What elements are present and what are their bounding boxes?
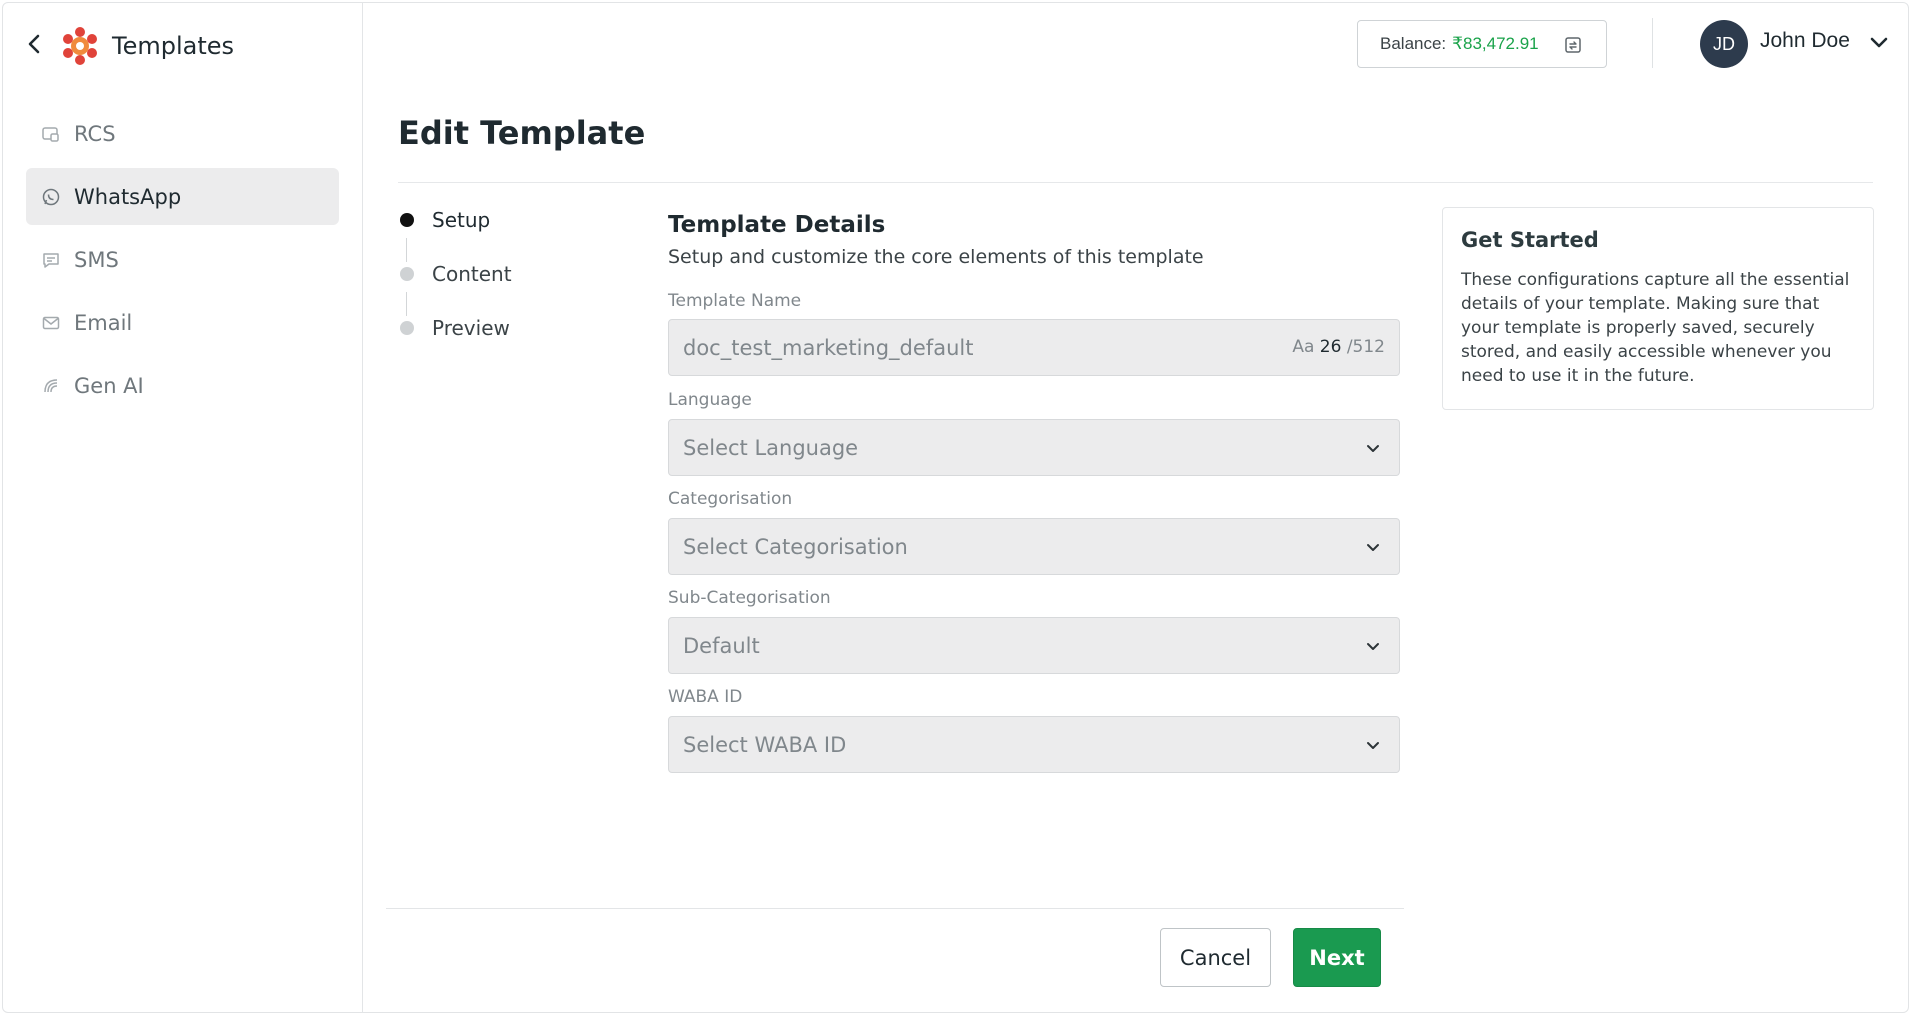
counter-count: 26 [1319,337,1342,357]
title-divider [398,182,1873,183]
sidebar-item-gen-ai[interactable]: Gen AI [26,357,339,414]
language-label: Language [668,390,752,410]
step-connector [406,292,407,316]
template-name-value: doc_test_marketing_default [683,335,974,360]
categorisation-select[interactable]: Select Categorisation [668,518,1400,575]
get-started-card: Get Started These configurations capture… [1442,207,1874,410]
categorisation-value: Select Categorisation [683,534,908,559]
chevron-down-icon [1361,733,1385,757]
balance-display: Balance: ₹83,472.91 [1357,20,1607,68]
step-connector [406,238,407,262]
counter-max: /512 [1346,337,1385,357]
step-setup[interactable]: Setup [400,208,490,232]
gen-ai-icon [40,375,62,397]
counter-prefix: Aa [1292,337,1315,357]
waba-id-select[interactable]: Select WABA ID [668,716,1400,773]
sidebar-item-label: WhatsApp [74,184,182,209]
rcs-icon [40,123,62,145]
waba-id-value: Select WABA ID [683,732,847,757]
sidebar-item-label: Gen AI [74,373,144,398]
header-divider [1652,18,1653,68]
step-dot [400,213,414,227]
chevron-down-icon [1361,436,1385,460]
cancel-button[interactable]: Cancel [1160,928,1271,987]
step-preview[interactable]: Preview [400,316,510,340]
character-counter: Aa 26 /512 [1292,337,1385,357]
step-dot [400,267,414,281]
user-name[interactable]: John Doe [1760,29,1850,53]
balance-label: Balance: [1380,34,1447,53]
back-arrow-icon[interactable] [22,30,46,58]
step-dot [400,321,414,335]
avatar[interactable]: JD [1700,20,1748,68]
chevron-down-icon [1361,634,1385,658]
sidebar-item-email[interactable]: Email [26,294,339,351]
sidebar-item-label: RCS [74,121,116,146]
waba-id-label: WABA ID [668,687,743,707]
sidebar-item-whatsapp[interactable]: WhatsApp [26,168,339,225]
categorisation-label: Categorisation [668,489,793,509]
balance-amount: ₹83,472.91 [1452,34,1539,53]
app-title: Templates [112,32,235,60]
language-select[interactable]: Select Language [668,419,1400,476]
card-body: These configurations capture all the ess… [1461,270,1850,386]
sidebar-item-label: Email [74,310,133,335]
step-content[interactable]: Content [400,262,512,286]
footer-divider [386,908,1404,909]
template-name-label: Template Name [668,291,802,311]
sms-icon [40,249,62,271]
sub-categorisation-select[interactable]: Default [668,617,1400,674]
step-label: Content [432,262,512,286]
template-name-field[interactable]: doc_test_marketing_default Aa 26 /512 [668,319,1400,376]
section-subtitle: Setup and customize the core elements of… [668,246,1204,268]
whatsapp-icon [40,186,62,208]
sidebar-nav: RCS WhatsApp SMS Email Gen AI [26,105,339,420]
sub-categorisation-label: Sub-Categorisation [668,588,831,608]
section-title: Template Details [668,212,886,238]
page-title: Edit Template [398,114,646,152]
sidebar-item-sms[interactable]: SMS [26,231,339,288]
next-button[interactable]: Next [1293,928,1381,987]
sidebar: Templates RCS WhatsApp SMS Email Gen AI [2,2,363,1013]
chevron-down-icon [1361,535,1385,559]
step-label: Preview [432,316,510,340]
templates-logo-icon [60,26,100,66]
sidebar-item-rcs[interactable]: RCS [26,105,339,162]
step-label: Setup [432,208,491,232]
sidebar-item-label: SMS [74,247,119,272]
refresh-balance-icon[interactable] [1562,34,1584,56]
email-icon [40,312,62,334]
language-value: Select Language [683,435,859,460]
chevron-down-icon[interactable] [1866,30,1892,56]
sub-categorisation-value: Default [683,633,760,658]
card-title: Get Started [1461,228,1599,252]
